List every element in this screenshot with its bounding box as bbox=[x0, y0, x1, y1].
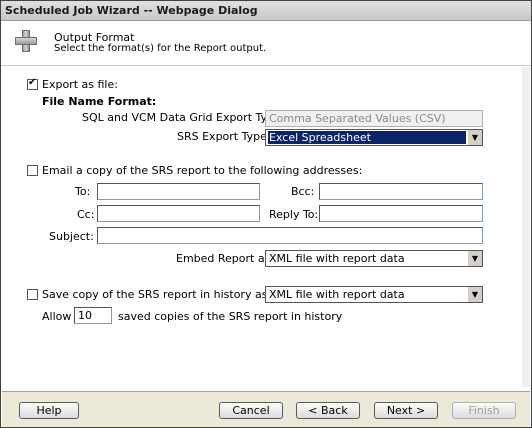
allow-label: Allow bbox=[42, 310, 72, 323]
reply-to-input[interactable] bbox=[320, 206, 482, 221]
srs-export-type-value: Excel Spreadsheet bbox=[268, 131, 466, 144]
bcc-label: Bcc: bbox=[291, 185, 315, 198]
finish-button: Finish bbox=[452, 402, 516, 419]
allow-copies-input[interactable] bbox=[75, 308, 111, 323]
export-as-file-label: Export as file: bbox=[42, 78, 118, 91]
cc-field[interactable] bbox=[97, 205, 260, 222]
history-format-select[interactable]: XML file with report data ▼ bbox=[265, 286, 483, 303]
next-button[interactable]: Next > bbox=[374, 402, 438, 419]
cc-label: Cc: bbox=[77, 208, 95, 221]
cc-input[interactable] bbox=[98, 206, 259, 221]
plus-icon bbox=[15, 30, 37, 52]
email-copy-checkbox[interactable] bbox=[27, 165, 38, 176]
wizard-footer: Help Cancel < Back Next > Finish bbox=[2, 391, 530, 427]
sql-vcm-export-type-value: Comma Separated Values (CSV) bbox=[269, 112, 446, 125]
to-input[interactable] bbox=[98, 184, 259, 199]
srs-export-type-label: SRS Export Type bbox=[177, 130, 267, 143]
title-bar[interactable]: Scheduled Job Wizard -- Webpage Dialog bbox=[1, 1, 531, 21]
sql-vcm-export-type-label: SQL and VCM Data Grid Export Type bbox=[82, 111, 281, 124]
to-field[interactable] bbox=[97, 183, 260, 200]
subject-label: Subject: bbox=[49, 230, 94, 243]
reply-to-label: Reply To: bbox=[269, 208, 319, 221]
chevron-down-icon[interactable]: ▼ bbox=[467, 130, 482, 145]
embed-report-label: Embed Report as bbox=[176, 252, 271, 265]
help-button[interactable]: Help bbox=[19, 402, 79, 419]
bcc-field[interactable] bbox=[319, 183, 483, 200]
dialog-window: Scheduled Job Wizard -- Webpage Dialog O… bbox=[0, 0, 532, 428]
subject-input[interactable] bbox=[98, 228, 482, 243]
save-history-checkbox[interactable] bbox=[27, 289, 38, 300]
to-label: To: bbox=[75, 185, 91, 198]
allow-copies-field[interactable] bbox=[74, 307, 112, 324]
back-button[interactable]: < Back bbox=[296, 402, 360, 419]
srs-export-type-select[interactable]: Excel Spreadsheet ▼ bbox=[265, 129, 483, 146]
page-subtitle: Select the format(s) for the Report outp… bbox=[54, 43, 267, 54]
history-format-value: XML file with report data bbox=[269, 288, 405, 301]
save-history-label: Save copy of the SRS report in history a… bbox=[42, 288, 268, 301]
embed-report-select[interactable]: XML file with report data ▼ bbox=[265, 250, 483, 267]
window-title: Scheduled Job Wizard -- Webpage Dialog bbox=[5, 4, 258, 17]
wizard-header: Output Format Select the format(s) for t… bbox=[1, 22, 531, 66]
vertical-scrollbar[interactable] bbox=[522, 67, 530, 387]
email-copy-label: Email a copy of the SRS report to the fo… bbox=[42, 164, 363, 177]
chevron-down-icon[interactable]: ▼ bbox=[467, 251, 482, 266]
bcc-input[interactable] bbox=[320, 184, 482, 199]
subject-field[interactable] bbox=[97, 227, 483, 244]
reply-to-field[interactable] bbox=[319, 205, 483, 222]
chevron-down-icon[interactable]: ▼ bbox=[467, 287, 482, 302]
cancel-button[interactable]: Cancel bbox=[219, 402, 283, 419]
sql-vcm-export-type-select: Comma Separated Values (CSV) bbox=[265, 110, 483, 127]
export-as-file-checkbox[interactable] bbox=[27, 77, 38, 90]
saved-copies-label: saved copies of the SRS report in histor… bbox=[118, 310, 343, 323]
embed-report-value: XML file with report data bbox=[269, 252, 405, 265]
file-name-format-label: File Name Format: bbox=[42, 95, 157, 108]
